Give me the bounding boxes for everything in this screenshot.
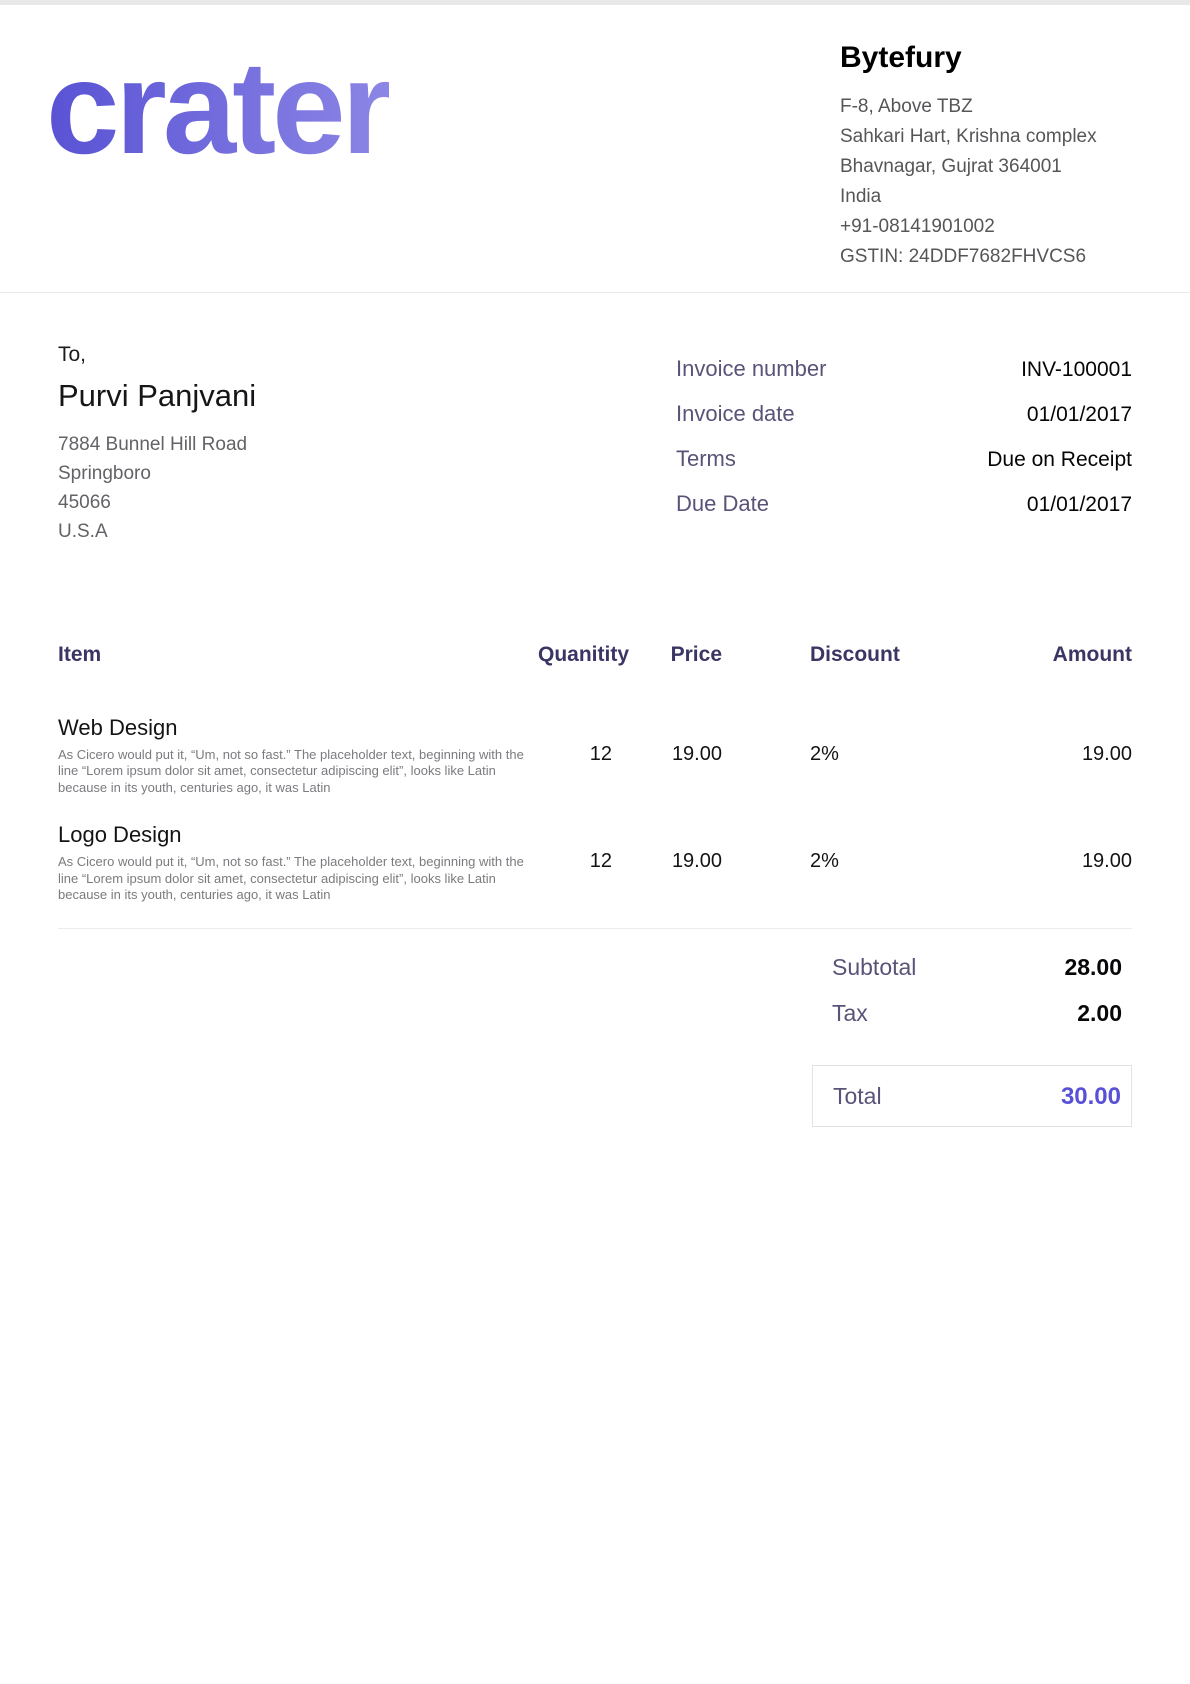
customer-address-line: 7884 Bunnel Hill Road [58, 430, 256, 459]
invoice-body: To, Purvi Panjvani 7884 Bunnel Hill Road… [0, 293, 1190, 546]
company-address-line: India [840, 182, 1132, 212]
item-description: As Cicero would put it, “Um, not so fast… [58, 854, 530, 904]
due-date-row: Due Date 01/01/2017 [676, 490, 1132, 518]
address-meta-row: To, Purvi Panjvani 7884 Bunnel Hill Road… [58, 293, 1132, 546]
customer-address-line: U.S.A [58, 517, 256, 546]
column-header-discount: Discount [722, 642, 952, 667]
subtotal-row: Subtotal 28.00 [812, 953, 1132, 981]
company-address-line: Sahkari Hart, Krishna complex [840, 122, 1132, 152]
company-phone: +91-08141901002 [840, 212, 1132, 242]
invoice-date-label: Invoice date [676, 400, 795, 428]
table-row: Logo Design As Cicero would put it, “Um,… [58, 796, 1132, 904]
invoice-number-label: Invoice number [676, 355, 826, 383]
subtotal-value: 28.00 [1064, 954, 1122, 981]
terms-row: Terms Due on Receipt [676, 445, 1132, 473]
due-date-label: Due Date [676, 490, 769, 518]
company-gstin: GSTIN: 24DDF7682FHVCS6 [840, 242, 1132, 272]
items-table: Item Quanitity Price Discount Amount Web… [58, 642, 1132, 929]
column-header-price: Price [612, 642, 722, 667]
company-name: Bytefury [840, 41, 1132, 75]
total-label: Total [833, 1081, 882, 1111]
bill-to-block: To, Purvi Panjvani 7884 Bunnel Hill Road… [58, 343, 256, 546]
items-table-header: Item Quanitity Price Discount Amount [58, 642, 1132, 689]
terms-label: Terms [676, 445, 736, 473]
column-header-item: Item [58, 642, 538, 667]
item-quantity: 12 [538, 822, 612, 904]
item-price: 19.00 [612, 822, 722, 904]
company-address: F-8, Above TBZ Sahkari Hart, Krishna com… [840, 92, 1132, 272]
item-cell: Logo Design As Cicero would put it, “Um,… [58, 822, 538, 904]
customer-address: 7884 Bunnel Hill Road Springboro 45066 U… [58, 430, 256, 546]
totals-block: Subtotal 28.00 Tax 2.00 Total 30.00 [812, 953, 1132, 1127]
company-address-line: F-8, Above TBZ [840, 92, 1132, 122]
item-amount: 19.00 [952, 715, 1132, 797]
item-quantity: 12 [538, 715, 612, 797]
customer-address-line: Springboro [58, 459, 256, 488]
total-value: 30.00 [1061, 1083, 1121, 1111]
due-date-value: 01/01/2017 [1027, 493, 1132, 517]
terms-value: Due on Receipt [987, 448, 1132, 472]
item-discount: 2% [722, 822, 952, 904]
tax-label: Tax [832, 999, 868, 1027]
table-row: Web Design As Cicero would put it, “Um, … [58, 689, 1132, 797]
customer-name: Purvi Panjvani [58, 377, 256, 416]
item-amount: 19.00 [952, 822, 1132, 904]
subtotal-label: Subtotal [832, 953, 916, 981]
invoice-header: crater Bytefury F-8, Above TBZ Sahkari H… [0, 5, 1190, 293]
bill-to-intro: To, [58, 343, 256, 367]
company-block: Bytefury F-8, Above TBZ Sahkari Hart, Kr… [840, 41, 1132, 272]
company-address-line: Bhavnagar, Gujrat 364001 [840, 152, 1132, 182]
item-cell: Web Design As Cicero would put it, “Um, … [58, 715, 538, 797]
invoice-number-row: Invoice number INV-100001 [676, 355, 1132, 383]
invoice-date-row: Invoice date 01/01/2017 [676, 400, 1132, 428]
tax-value: 2.00 [1077, 1000, 1122, 1027]
item-name: Logo Design [58, 822, 538, 848]
invoice-number-value: INV-100001 [1021, 358, 1132, 382]
tax-row: Tax 2.00 [812, 999, 1132, 1027]
invoice-date-value: 01/01/2017 [1027, 403, 1132, 427]
total-box: Total 30.00 [812, 1065, 1132, 1127]
column-header-quantity: Quanitity [538, 642, 612, 667]
item-description: As Cicero would put it, “Um, not so fast… [58, 747, 530, 797]
item-price: 19.00 [612, 715, 722, 797]
item-discount: 2% [722, 715, 952, 797]
customer-address-line: 45066 [58, 488, 256, 517]
crater-logo: crater [46, 29, 389, 187]
item-name: Web Design [58, 715, 538, 741]
invoice-meta-block: Invoice number INV-100001 Invoice date 0… [676, 343, 1132, 546]
column-header-amount: Amount [952, 642, 1132, 667]
